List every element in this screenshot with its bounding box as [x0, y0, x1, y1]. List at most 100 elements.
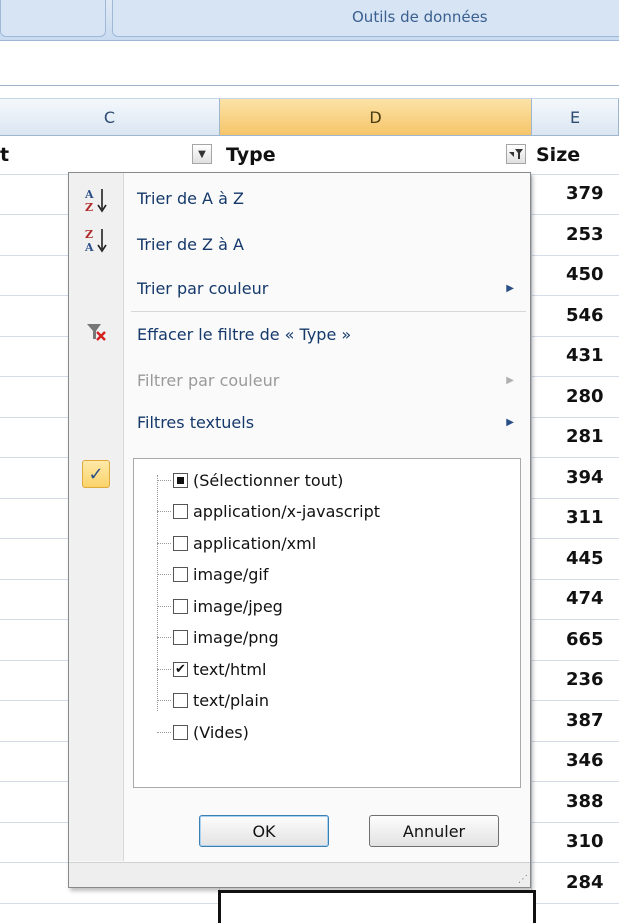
- table-header-row: t ▼ Type Size: [0, 136, 619, 175]
- filter-dropdown-icon: [509, 149, 523, 159]
- filter-list-item[interactable]: application/x-javascript: [157, 499, 380, 525]
- tree-connector: [157, 700, 171, 701]
- ribbon-group-label: Outils de données: [352, 8, 488, 26]
- filter-list-item[interactable]: application/xml: [157, 530, 316, 556]
- size-cell[interactable]: 311: [566, 507, 604, 528]
- size-cell[interactable]: 310: [566, 831, 604, 852]
- svg-text:A: A: [84, 241, 94, 254]
- column-header-label: D: [369, 107, 382, 127]
- tree-connector: [157, 574, 171, 575]
- tree-connector: [157, 637, 171, 638]
- column-header-label: E: [569, 107, 581, 127]
- ok-button[interactable]: OK: [199, 815, 329, 847]
- filter-value-list[interactable]: (Sélectionner tout) application/x-javascr…: [133, 458, 521, 788]
- tree-connector: [157, 731, 171, 733]
- checkbox[interactable]: [173, 535, 188, 551]
- checkbox[interactable]: [173, 472, 188, 488]
- size-cell[interactable]: 253: [566, 224, 604, 245]
- size-cell[interactable]: 474: [566, 588, 604, 609]
- column-header-label: C: [103, 107, 116, 127]
- svg-text:Z: Z: [85, 201, 93, 214]
- filter-list-item[interactable]: (Sélectionner tout): [157, 467, 343, 493]
- filter-list-item[interactable]: text/plain: [157, 688, 269, 714]
- size-cell[interactable]: 665: [566, 629, 604, 650]
- size-cell[interactable]: 388: [566, 791, 604, 812]
- filter-list-item-label: image/gif: [193, 565, 269, 584]
- size-cell[interactable]: 280: [566, 386, 604, 407]
- filter-list-item-label: application/xml: [193, 533, 317, 553]
- filter-list-item[interactable]: (Vides): [157, 719, 249, 745]
- size-cell[interactable]: 445: [566, 548, 604, 569]
- filter-list-item-label: text/html: [193, 659, 267, 679]
- menu-item-text-filters[interactable]: Filtres textuels: [137, 413, 254, 432]
- formula-bar-area: [0, 41, 619, 86]
- size-cell[interactable]: 379: [566, 183, 604, 204]
- dropdown-arrow-icon: ▼: [198, 148, 206, 160]
- size-cell[interactable]: 394: [566, 467, 604, 488]
- header-cell-d[interactable]: Type: [226, 136, 276, 174]
- chevron-right-icon: ▶: [506, 417, 514, 428]
- filter-list-item[interactable]: ✔ text/html: [157, 656, 266, 682]
- checkbox[interactable]: [173, 724, 188, 740]
- filter-list-item-label: (Vides): [193, 722, 249, 742]
- checkbox[interactable]: [173, 630, 188, 645]
- svg-text:A: A: [84, 188, 94, 201]
- size-cell[interactable]: 387: [566, 710, 604, 731]
- tree-connector: [157, 605, 171, 607]
- header-cell-c[interactable]: t: [0, 136, 60, 174]
- filter-dropdown-button-c[interactable]: ▼: [192, 144, 212, 164]
- filter-list-item-label: image/png: [193, 628, 279, 647]
- menu-item-clear-filter[interactable]: Effacer le filtre de « Type »: [137, 325, 351, 344]
- menu-item-sort-za[interactable]: Trier de Z à A: [137, 235, 244, 254]
- filter-list-item[interactable]: image/png: [157, 625, 279, 651]
- header-cell-label: Type: [226, 144, 276, 166]
- sort-az-icon: A Z: [79, 185, 113, 215]
- resize-grip-icon[interactable]: ⋰: [518, 874, 528, 885]
- checkbox[interactable]: [173, 567, 188, 582]
- checkbox[interactable]: [173, 504, 188, 519]
- size-cell[interactable]: 284: [566, 872, 604, 893]
- size-cell[interactable]: 546: [566, 305, 604, 326]
- filter-list-item-label: (Sélectionner tout): [193, 470, 344, 490]
- menu-separator: [131, 311, 526, 312]
- tree-connector: [157, 479, 171, 481]
- header-cell-e[interactable]: Size: [536, 136, 580, 174]
- ribbon-group-left: [0, 0, 106, 37]
- column-header-d[interactable]: D: [220, 98, 532, 136]
- filter-dropdown-button-d[interactable]: [506, 144, 526, 164]
- column-header-e[interactable]: E: [532, 98, 619, 136]
- chevron-right-icon: ▶: [506, 283, 514, 294]
- size-cell[interactable]: 450: [566, 264, 604, 285]
- autofilter-menu: A Z Trier de A à Z Z A Trier de Z à A Tr…: [68, 172, 531, 888]
- filter-list-item[interactable]: image/jpeg: [157, 593, 283, 619]
- header-cell-label: t: [0, 144, 10, 166]
- selected-cell-border: [218, 890, 536, 923]
- filter-list-item-label: text/plain: [193, 691, 269, 710]
- tree-connector: [157, 668, 171, 670]
- check-icon: ✓: [82, 460, 110, 488]
- size-cell[interactable]: 236: [566, 669, 604, 690]
- checkbox[interactable]: ✔: [173, 661, 188, 677]
- sort-za-icon: Z A: [79, 225, 113, 255]
- filter-list-item-label: application/x-javascript: [193, 502, 380, 521]
- filter-list-item[interactable]: image/gif: [157, 562, 268, 588]
- checkbox[interactable]: [173, 693, 188, 708]
- size-cell[interactable]: 346: [566, 750, 604, 771]
- menu-item-sort-by-color[interactable]: Trier par couleur: [137, 279, 268, 298]
- menu-item-filter-by-color: Filtrer par couleur: [137, 371, 280, 390]
- column-header-c[interactable]: C: [0, 98, 220, 136]
- filter-list-item-label: image/jpeg: [193, 596, 283, 616]
- tree-connector: [157, 511, 171, 512]
- size-cell[interactable]: 431: [566, 345, 604, 366]
- chevron-right-icon: ▶: [506, 375, 514, 386]
- cancel-button[interactable]: Annuler: [369, 815, 499, 847]
- checkbox[interactable]: [173, 598, 188, 614]
- tree-connector: [157, 542, 171, 544]
- clear-filter-icon: [79, 317, 113, 347]
- menu-item-sort-az[interactable]: Trier de A à Z: [137, 189, 244, 208]
- menu-resize-strip: [69, 862, 530, 887]
- svg-text:Z: Z: [85, 228, 93, 241]
- ribbon: Outils de données: [0, 0, 619, 41]
- menu-icon-gutter: [69, 173, 124, 861]
- size-cell[interactable]: 281: [566, 426, 604, 447]
